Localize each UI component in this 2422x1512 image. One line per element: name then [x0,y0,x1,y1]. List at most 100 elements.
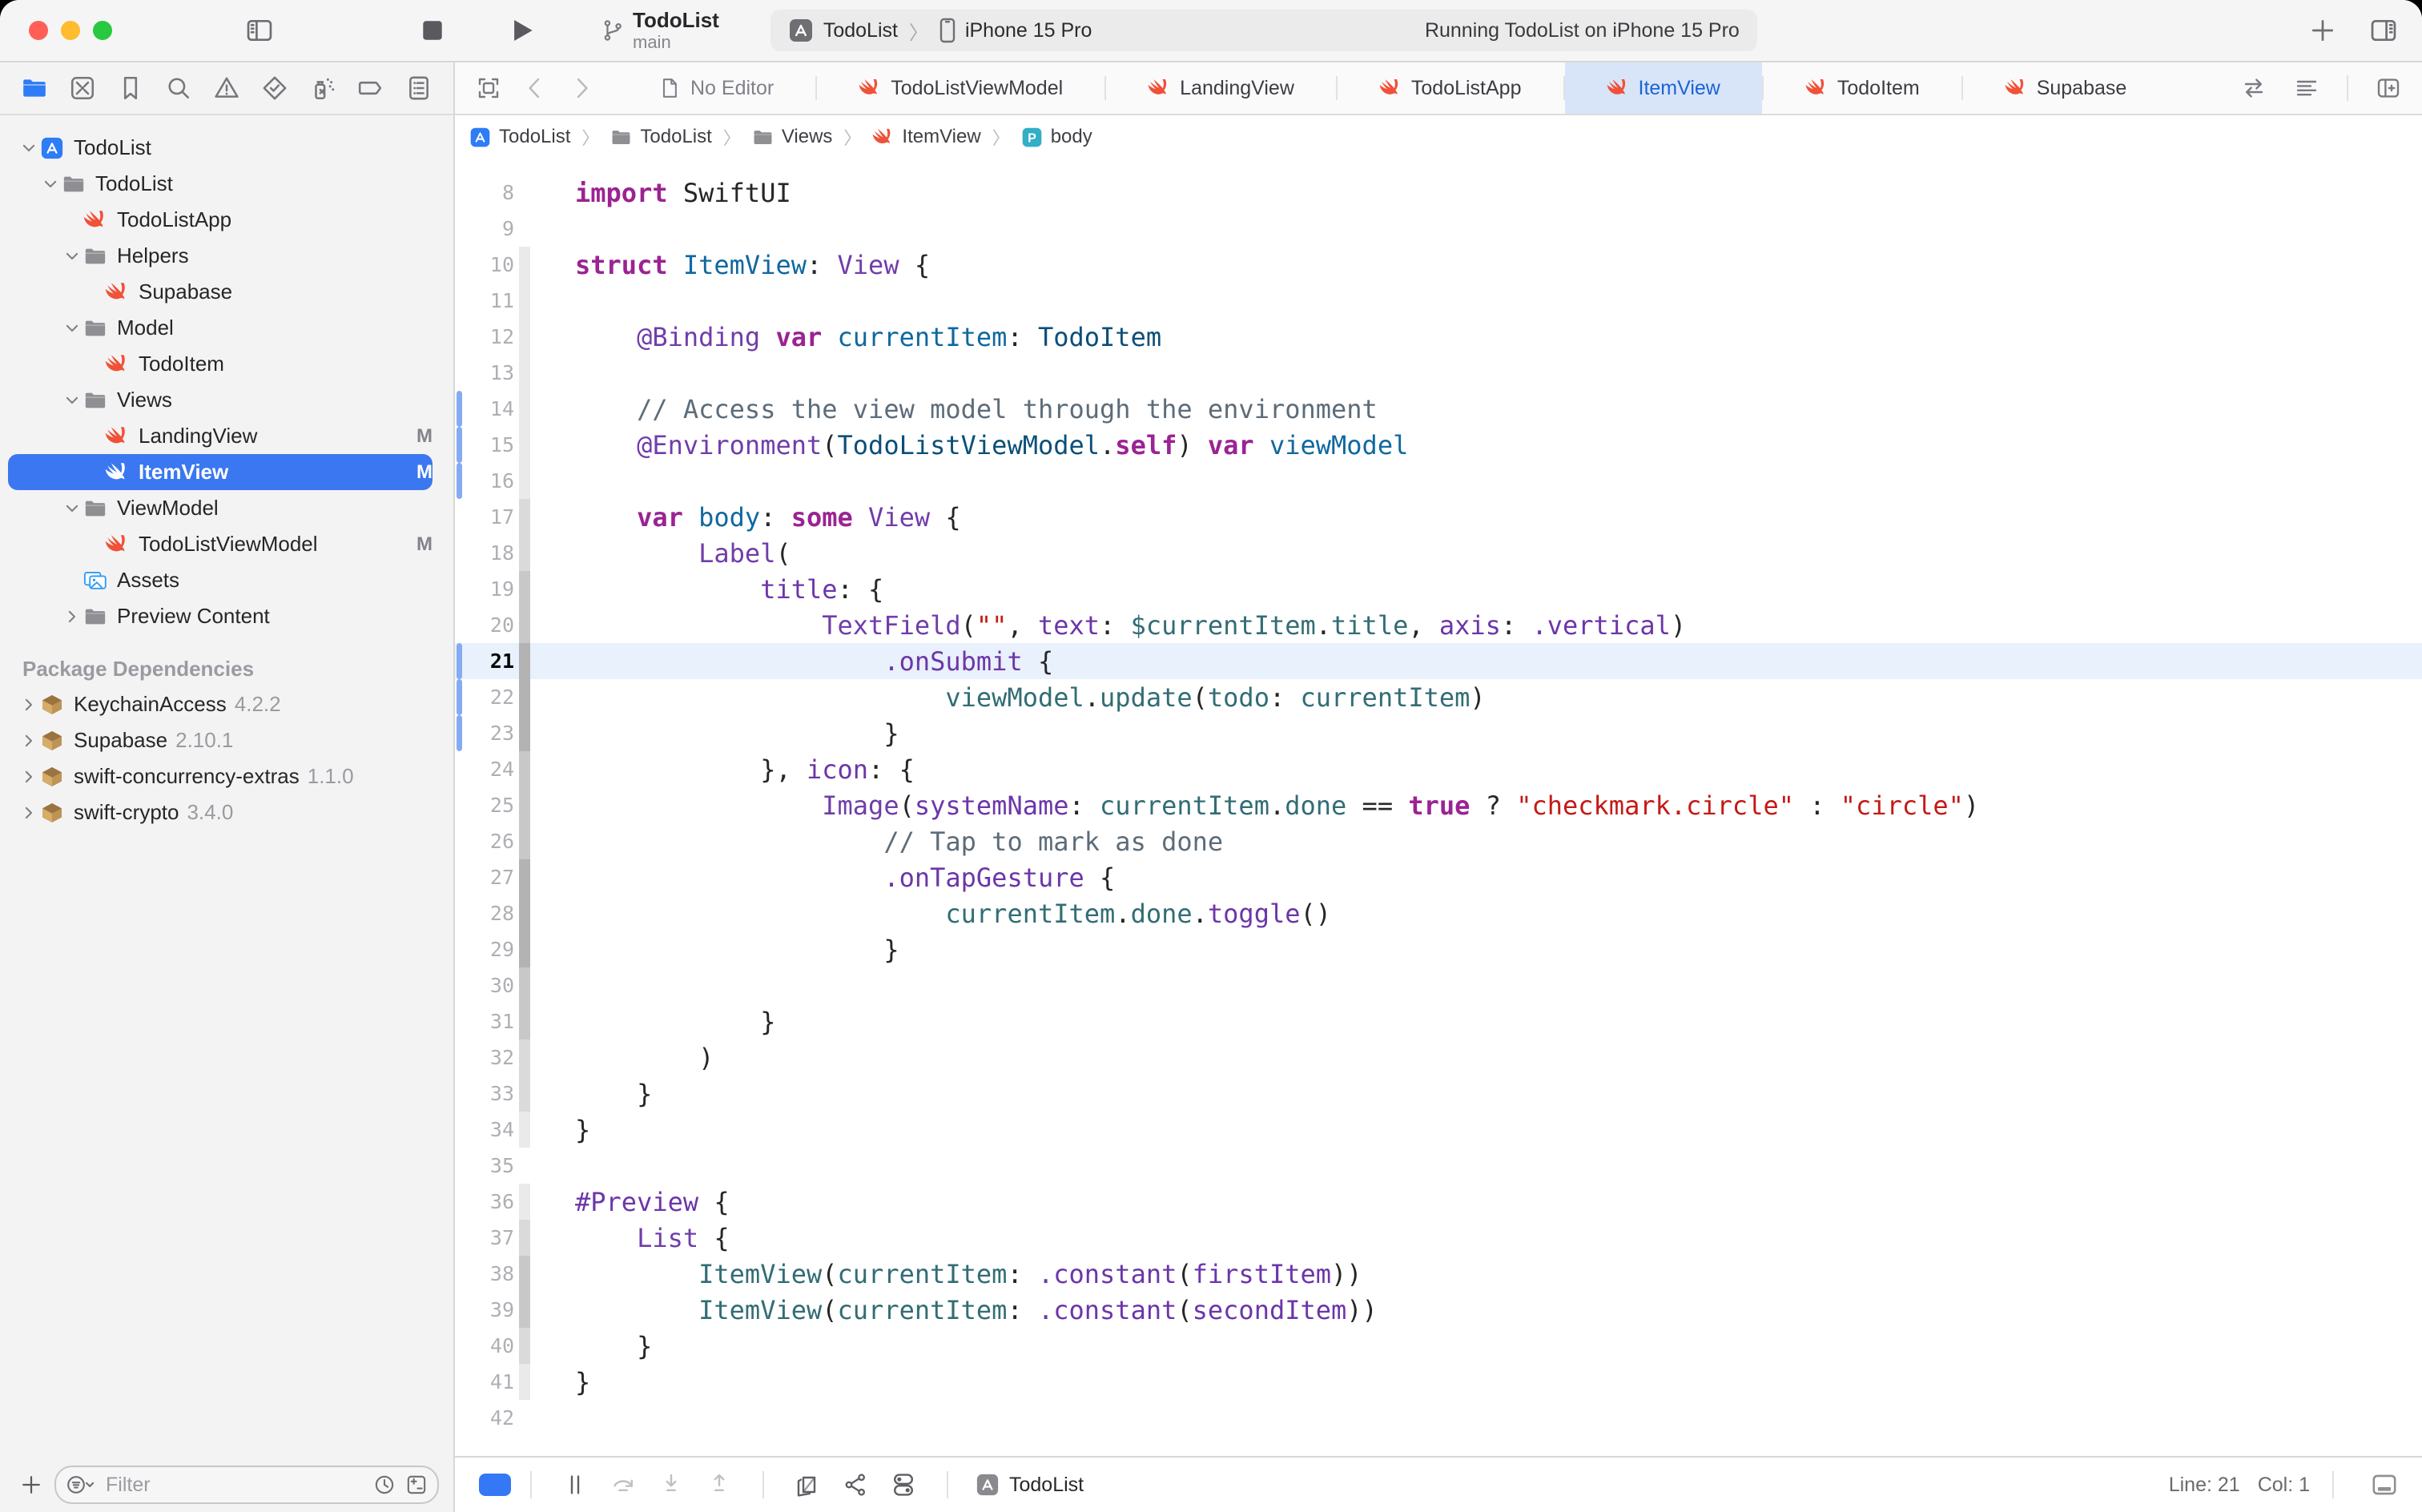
breakpoints-navigator-icon[interactable] [357,74,384,102]
fold-ribbon[interactable] [519,355,530,391]
line-number[interactable]: 17 [461,505,514,529]
tree-item-todoitem[interactable]: TodoItem [8,346,432,382]
line-number[interactable]: 35 [461,1154,514,1177]
issues-navigator-icon[interactable] [213,74,240,102]
fold-ribbon[interactable] [519,1040,530,1076]
fold-ribbon[interactable] [519,391,530,427]
run-destination[interactable]: iPhone 15 Pro [965,19,1092,42]
package-item-swift-crypto[interactable]: swift-crypto3.4.0 [8,794,432,830]
tree-item-assets[interactable]: Assets [8,562,432,598]
fold-ribbon[interactable] [519,859,530,895]
code-line-8[interactable]: 8import SwiftUI [455,175,2422,211]
fold-ribbon[interactable] [519,319,530,355]
chevron-right-icon[interactable] [18,694,40,716]
fold-ribbon[interactable] [519,823,530,859]
breakpoints-toggle-button[interactable] [479,1474,511,1496]
find-navigator-icon[interactable] [165,74,192,102]
line-number[interactable]: 25 [461,794,514,817]
fold-ribbon[interactable] [519,751,530,787]
toggle-inspector-button[interactable] [2369,16,2398,45]
package-item-swift-concurrency-extras[interactable]: swift-concurrency-extras1.1.0 [8,758,432,794]
source-control-navigator-icon[interactable] [69,74,96,102]
bookmarks-navigator-icon[interactable] [117,74,144,102]
chevron-down-icon[interactable] [39,173,62,195]
code-line-40[interactable]: 40 } [455,1328,2422,1364]
fold-ribbon[interactable] [519,571,530,607]
line-number[interactable]: 31 [461,1010,514,1033]
code-line-26[interactable]: 26 // Tap to mark as done [455,823,2422,859]
scheme-name[interactable]: TodoList [823,19,898,42]
code-line-42[interactable]: 42 [455,1400,2422,1436]
minimap-lines-icon[interactable] [2294,75,2319,101]
package-item-supabase[interactable]: Supabase2.10.1 [8,722,432,758]
code-line-18[interactable]: 18 Label( [455,535,2422,571]
run-button[interactable] [508,16,537,45]
line-number[interactable]: 8 [461,181,514,204]
line-number[interactable]: 32 [461,1046,514,1069]
line-number[interactable]: 14 [461,397,514,420]
swap-editor-icon[interactable] [2241,75,2267,101]
tab-todoitem[interactable]: TodoItem [1764,62,1961,114]
stop-button[interactable] [418,16,447,45]
fold-ribbon[interactable] [519,283,530,319]
code-line-10[interactable]: 10struct ItemView: View { [455,247,2422,283]
tree-item-model[interactable]: Model [8,310,432,346]
line-number[interactable]: 16 [461,469,514,493]
chevron-down-icon[interactable] [61,245,83,267]
line-number[interactable]: 24 [461,758,514,781]
code-line-17[interactable]: 17 var body: some View { [455,499,2422,535]
zoom-window-button[interactable] [93,21,112,40]
line-number[interactable]: 38 [461,1262,514,1285]
line-number[interactable]: 23 [461,722,514,745]
debug-view-hierarchy-button[interactable] [795,1472,820,1498]
line-number[interactable]: 28 [461,902,514,925]
fold-ribbon[interactable] [519,1292,530,1328]
chevron-right-icon[interactable] [61,605,83,628]
breadcrumb-item-todolist[interactable]: TodoList [610,126,711,148]
code-line-28[interactable]: 28 currentItem.done.toggle() [455,895,2422,931]
code-line-35[interactable]: 35 [455,1148,2422,1184]
related-items-icon[interactable] [476,75,501,101]
tree-item-viewmodel[interactable]: ViewModel [8,490,432,526]
filter-input[interactable]: Filter [54,1466,439,1504]
column-indicator[interactable]: Col: 1 [2258,1474,2310,1497]
fold-ribbon[interactable] [519,535,530,571]
breadcrumb-item-body[interactable]: Pbody [1021,126,1092,148]
fold-ribbon[interactable] [519,1328,530,1364]
line-number[interactable]: 26 [461,830,514,853]
fold-ribbon[interactable] [519,787,530,823]
line-number[interactable]: 18 [461,541,514,565]
debug-navigator-icon[interactable] [309,74,336,102]
chevron-down-icon[interactable] [18,137,40,159]
chevron-right-icon[interactable] [18,766,40,788]
line-number[interactable]: 36 [461,1190,514,1213]
code-line-34[interactable]: 34} [455,1112,2422,1148]
back-chevron-icon[interactable] [522,75,548,101]
line-indicator[interactable]: Line: 21 [2169,1474,2240,1497]
line-number[interactable]: 19 [461,577,514,601]
line-number[interactable]: 34 [461,1118,514,1141]
pause-execution-button[interactable] [562,1472,588,1498]
code-line-29[interactable]: 29 } [455,931,2422,967]
code-line-23[interactable]: 23 } [455,715,2422,751]
add-file-button[interactable] [19,1473,43,1497]
source-control-filter-icon[interactable] [405,1474,428,1496]
tree-item-todolist[interactable]: TodoList [8,130,432,166]
package-item-keychainaccess[interactable]: KeychainAccess4.2.2 [8,686,432,722]
tree-item-preview-content[interactable]: Preview Content [8,598,432,634]
code-line-22[interactable]: 22 viewModel.update(todo: currentItem) [455,679,2422,715]
chevron-down-icon[interactable] [61,389,83,412]
code-line-33[interactable]: 33 } [455,1076,2422,1112]
line-number[interactable]: 29 [461,938,514,961]
fold-ribbon[interactable] [519,1076,530,1112]
line-number[interactable]: 12 [461,325,514,348]
fold-ribbon[interactable] [519,1364,530,1400]
line-number[interactable]: 39 [461,1298,514,1321]
fold-ribbon[interactable] [519,715,530,751]
line-number[interactable]: 10 [461,253,514,276]
fold-ribbon[interactable] [519,1256,530,1292]
fold-ribbon[interactable] [519,1112,530,1148]
add-tab-button[interactable] [2308,16,2337,45]
scheme-selector[interactable]: TodoList 〉 iPhone 15 Pro Running TodoLis… [770,10,1757,51]
breadcrumb-item-itemview[interactable]: ItemView [872,126,980,148]
